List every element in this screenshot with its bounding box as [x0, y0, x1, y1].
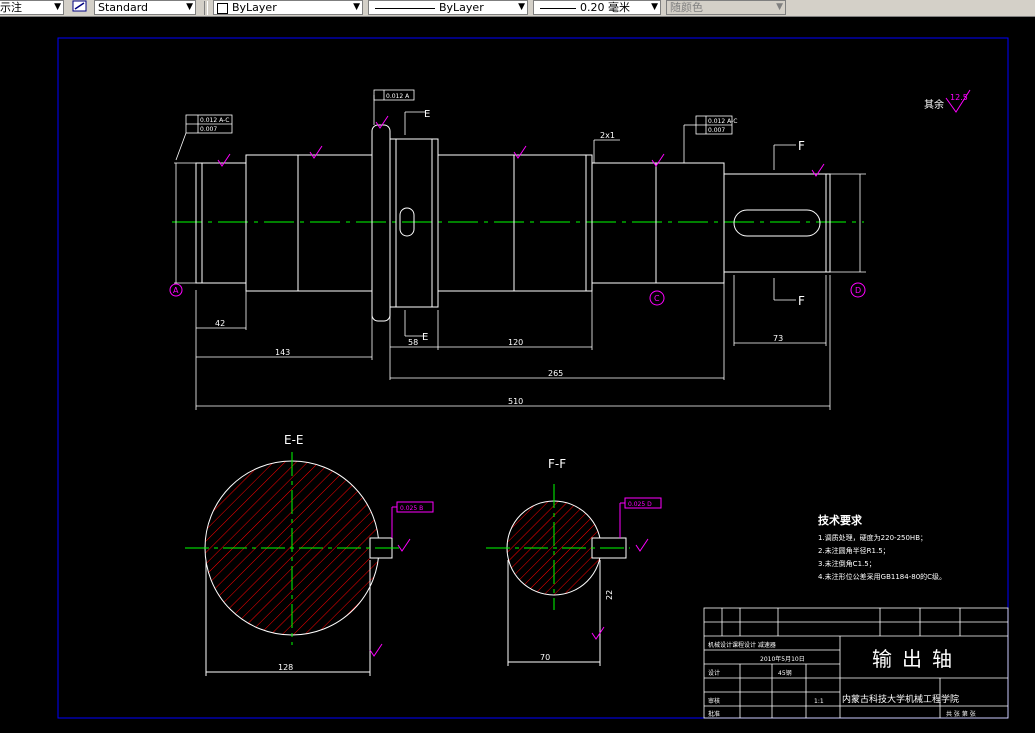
scale: 1:1: [814, 698, 824, 705]
tolerance-values: 0.012 A-C 0.007 0.012 A 0.012 A-C 0.007: [200, 93, 737, 134]
layer-value: ByLayer: [232, 1, 277, 14]
text-style-value: 示注: [0, 1, 22, 14]
datum-a: A: [173, 286, 179, 295]
tech-req-title: 技术要求: [818, 513, 863, 527]
tech-req-item-3: 3.未注倒角C1.5；: [818, 559, 876, 568]
chevron-down-icon: ▼: [518, 2, 525, 12]
drawing-date: 2010年5月10日: [760, 655, 805, 663]
dim-510: 510: [508, 397, 523, 406]
section-e-top: E: [424, 109, 430, 120]
datum-markers: [169, 282, 866, 306]
chevron-down-icon: ▼: [776, 2, 783, 12]
tolerance-ee: 0.025 B: [400, 505, 423, 512]
tech-req-item-1: 1.调质处理，硬度为220-250HB；: [818, 533, 927, 542]
section-f-top: F: [798, 139, 805, 153]
section-f-bottom: F: [798, 294, 805, 308]
tolerance-left-1: 0.012 A-C: [200, 117, 229, 124]
tolerance-right-2: 0.007: [708, 127, 725, 134]
datum-letters: A C D: [173, 286, 861, 303]
tolerance-left-2: 0.007: [200, 126, 217, 133]
section-e-bottom: E: [422, 332, 428, 343]
section-ff-title: F-F: [548, 457, 566, 471]
check-label: 审核: [708, 697, 720, 705]
dim-42: 42: [215, 319, 225, 328]
section-ee-title: E-E: [284, 433, 304, 447]
lineweight-value: 0.20 毫米: [580, 1, 630, 14]
linetype-preview-icon: [375, 8, 435, 9]
dimension-style-value: Standard: [98, 1, 149, 14]
plotstyle-dropdown: 随颜色 ▼: [666, 0, 786, 15]
chevron-down-icon: ▼: [54, 2, 61, 12]
dim-58: 58: [408, 338, 418, 347]
tech-req-item-2: 2.未注圆角半径R1.5；: [818, 546, 890, 555]
dim-ee-width: 128: [278, 663, 293, 672]
shaft-front-view: [172, 124, 864, 322]
dim-120: 120: [508, 338, 523, 347]
project-name: 机械设计课程设计 减速器: [708, 641, 776, 649]
section-ff: F-F 0.025 D 70 22: [486, 457, 662, 666]
datum-c: C: [654, 294, 660, 303]
dim-73: 73: [773, 334, 783, 343]
toolbar-separator: [204, 1, 208, 15]
section-ee: E-E 0.025 B 128: [185, 433, 434, 676]
material: 45钢: [778, 669, 792, 677]
design-label: 设计: [708, 669, 720, 677]
tolerance-frames: [175, 89, 733, 163]
chevron-down-icon: ▼: [353, 2, 360, 12]
tolerance-top: 0.012 A: [386, 93, 410, 100]
datum-d: D: [855, 286, 861, 295]
dimension-style-icon[interactable]: [72, 0, 92, 15]
text-style-dropdown[interactable]: 示注 ▼: [0, 0, 64, 15]
approve-label: 批准: [708, 710, 720, 718]
dimension-style-dropdown[interactable]: Standard ▼: [94, 0, 196, 15]
properties-toolbar: 示注 ▼ Standard ▼ ByLayer ▼ ByLayer ▼ 0.20…: [0, 0, 1035, 17]
linetype-dropdown[interactable]: ByLayer ▼: [368, 0, 528, 15]
chevron-down-icon: ▼: [651, 2, 658, 12]
chamfer-note: 2x1: [600, 131, 615, 140]
sheet-label: 共 张 第 张: [946, 710, 976, 718]
dimension-values: 42 143 58 120 265 510 73 2x1: [215, 131, 783, 406]
tech-req-item-4: 4.未注形位公差采用GB1184-80的C级。: [818, 572, 946, 581]
chevron-down-icon: ▼: [186, 2, 193, 12]
dim-143: 143: [275, 348, 290, 357]
color-swatch-icon: [217, 3, 228, 14]
tolerance-right-1: 0.012 A-C: [708, 118, 737, 125]
plotstyle-value: 随颜色: [670, 1, 703, 14]
layer-dropdown[interactable]: ByLayer ▼: [213, 0, 363, 15]
tolerance-ff: 0.025 D: [628, 501, 652, 508]
linetype-value: ByLayer: [439, 1, 484, 14]
section-labels: F F E E: [422, 109, 805, 343]
technical-requirements: 技术要求 1.调质处理，硬度为220-250HB； 2.未注圆角半径R1.5； …: [818, 513, 946, 581]
roughness-note-value: 12.5: [950, 93, 968, 102]
dimension-lines: [174, 111, 866, 410]
roughness-note-label: 其余: [924, 98, 944, 111]
dim-ff-depth: 22: [605, 590, 614, 600]
dim-ff-width: 70: [540, 653, 550, 662]
school-name: 内蒙古科技大学机械工程学院: [842, 693, 959, 705]
roughness-note: 其余 12.5: [924, 93, 968, 111]
part-name: 输出轴: [872, 647, 962, 671]
lineweight-dropdown[interactable]: 0.20 毫米 ▼: [533, 0, 661, 15]
lineweight-preview-icon: [540, 8, 576, 9]
title-block-text: 输出轴 内蒙古科技大学机械工程学院 机械设计课程设计 减速器 2010年5月10…: [708, 641, 976, 718]
drawing-canvas[interactable]: 42 143 58 120 265 510 73 2x1 F F E E 0.0…: [0, 16, 1035, 733]
dim-265: 265: [548, 369, 563, 378]
